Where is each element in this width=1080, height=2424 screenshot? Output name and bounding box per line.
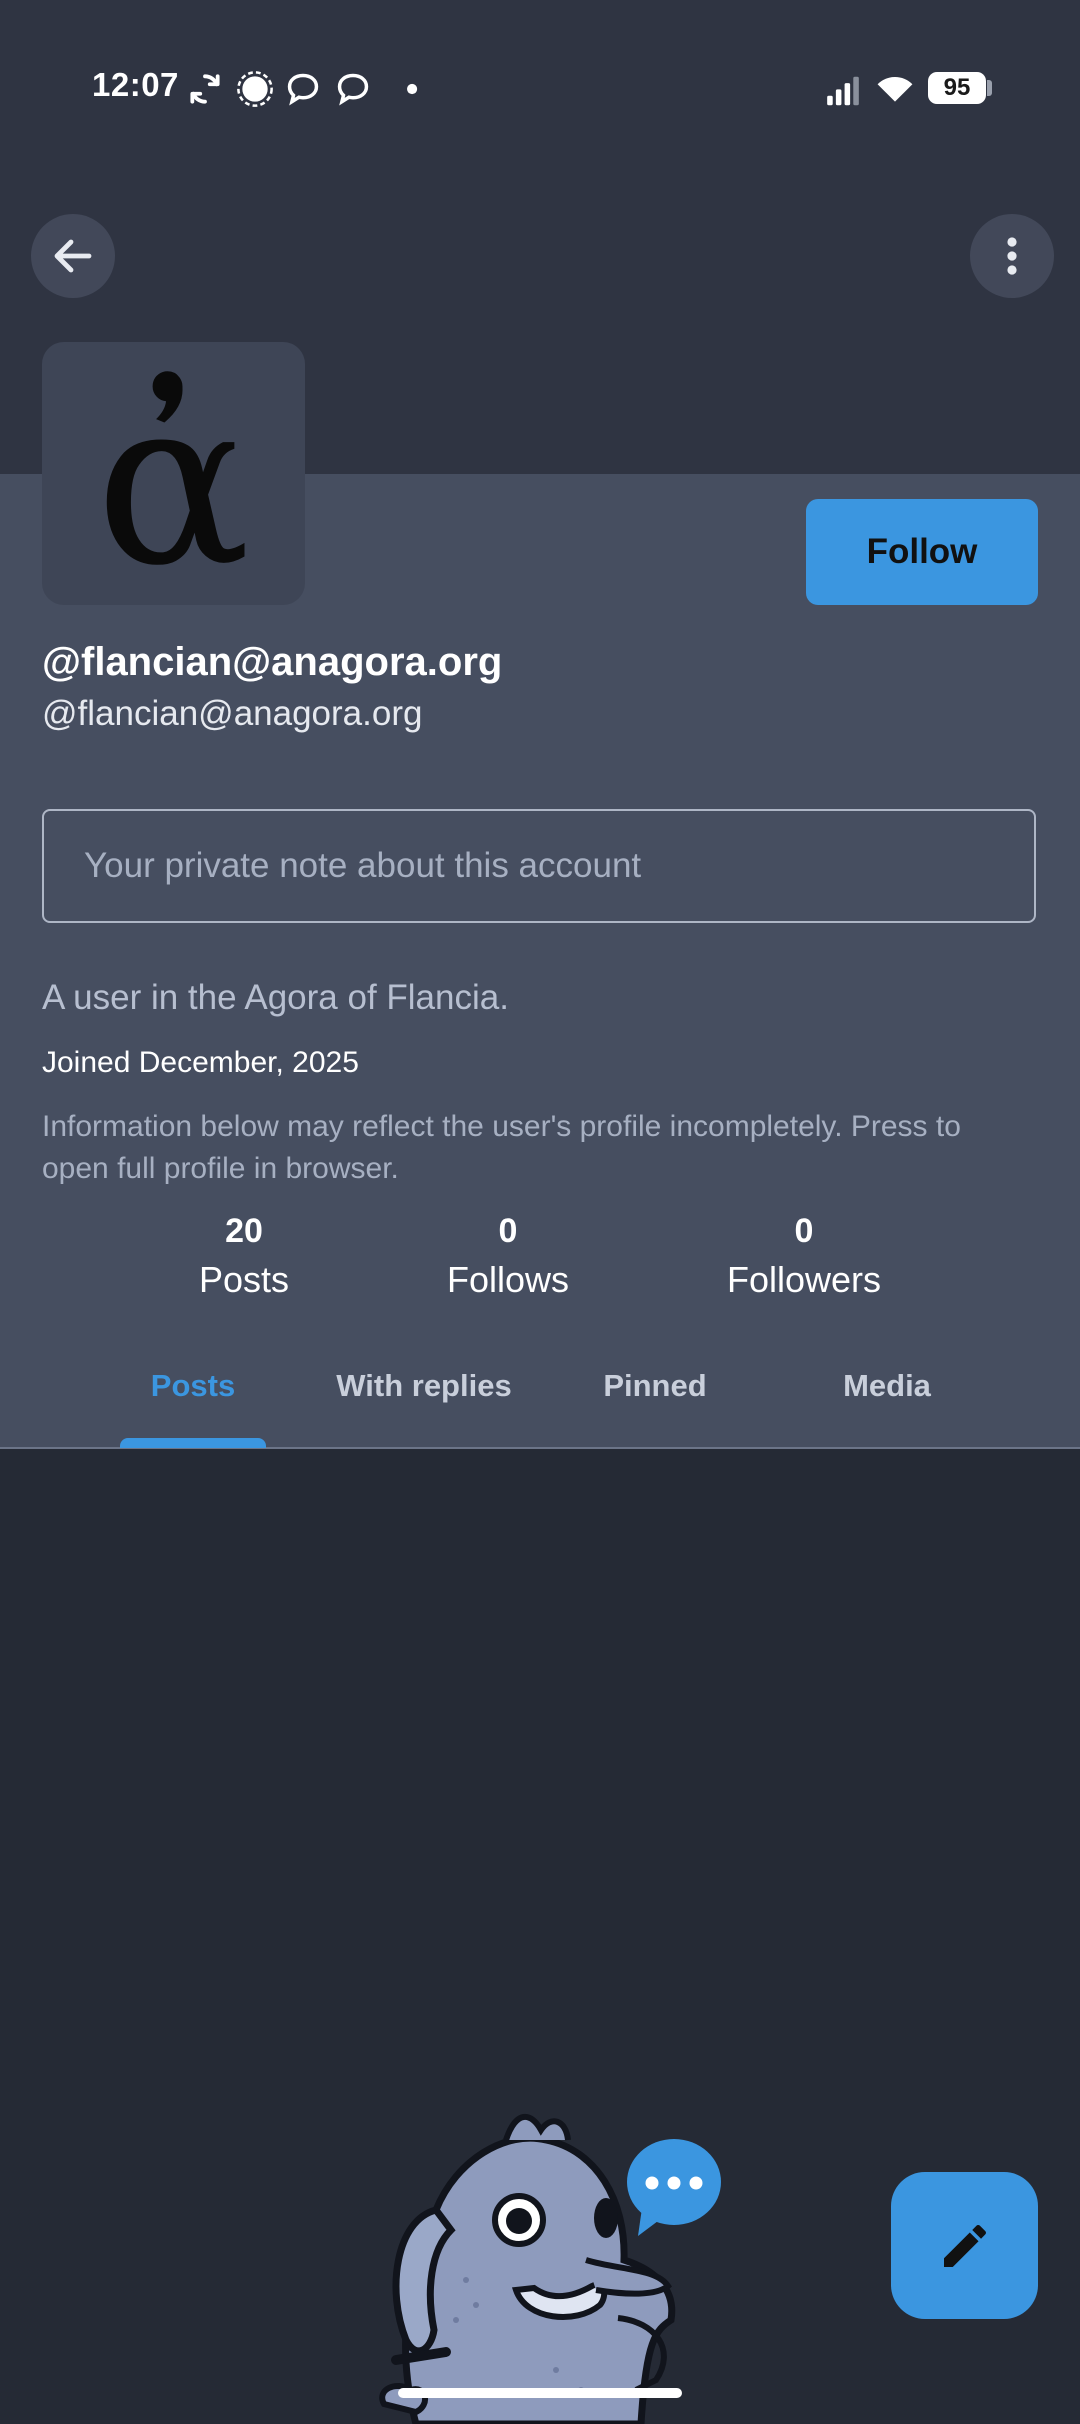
signal-messenger-icon [237,71,273,107]
stat-followers-label: Followers [726,1259,882,1300]
stat-posts[interactable]: 20 Posts [114,1212,374,1301]
display-name: @flancian@anagora.org [42,640,503,684]
profile-card [0,474,1080,1449]
stat-posts-label: Posts [198,1259,290,1300]
battery-tip [987,80,992,96]
dot-icon [407,83,418,95]
avatar[interactable]: ἀ [42,342,305,605]
active-tab-indicator [120,1438,266,1448]
sync-icon [190,74,220,104]
tab-posts[interactable]: Posts [120,1368,266,1428]
private-note-field[interactable]: Your private note about this account [42,809,1036,923]
stat-followers-count: 0 [794,1212,814,1250]
stat-posts-count: 20 [225,1212,263,1250]
chat-bubble-icon [337,73,369,106]
pencil-icon [943,2224,986,2267]
status-time: 12:07 [92,66,179,103]
mastodon-mascot-illustration [379,2113,721,2424]
back-button[interactable] [31,214,115,298]
stat-follows-count: 0 [498,1212,518,1250]
stat-followers[interactable]: 0 Followers [674,1212,934,1301]
more-options-button[interactable] [970,214,1054,298]
speech-bubble-icon [627,2139,721,2236]
joined-date: Joined December, 2025 [42,1046,359,1079]
avatar-alpha-glyph: ἀ [95,350,250,605]
follow-button[interactable]: Follow [806,499,1038,605]
chat-bubble-icon [287,73,319,106]
more-vertical-icon [1007,237,1017,275]
account-handle: @flancian@anagora.org [42,694,423,733]
avatar-glyph-text: ἀ [95,350,250,605]
compose-button[interactable] [891,2172,1038,2319]
tab-with-replies[interactable]: With replies [322,1368,526,1428]
tab-media[interactable]: Media [816,1368,958,1428]
arrow-left-icon [54,239,92,273]
private-note-placeholder: Your private note about this account [84,846,642,885]
open-full-profile-note[interactable]: Information below may reflect the user's… [42,1106,1032,1190]
stat-follows-label: Follows [446,1259,570,1300]
home-indicator[interactable] [398,2388,682,2398]
cell-signal-icon [827,76,859,106]
stat-follows[interactable]: 0 Follows [378,1212,638,1301]
tab-pinned[interactable]: Pinned [584,1368,726,1428]
battery-icon: 95 [928,72,986,104]
wifi-icon [877,76,913,102]
profile-bio: A user in the Agora of Flancia. [42,978,509,1017]
